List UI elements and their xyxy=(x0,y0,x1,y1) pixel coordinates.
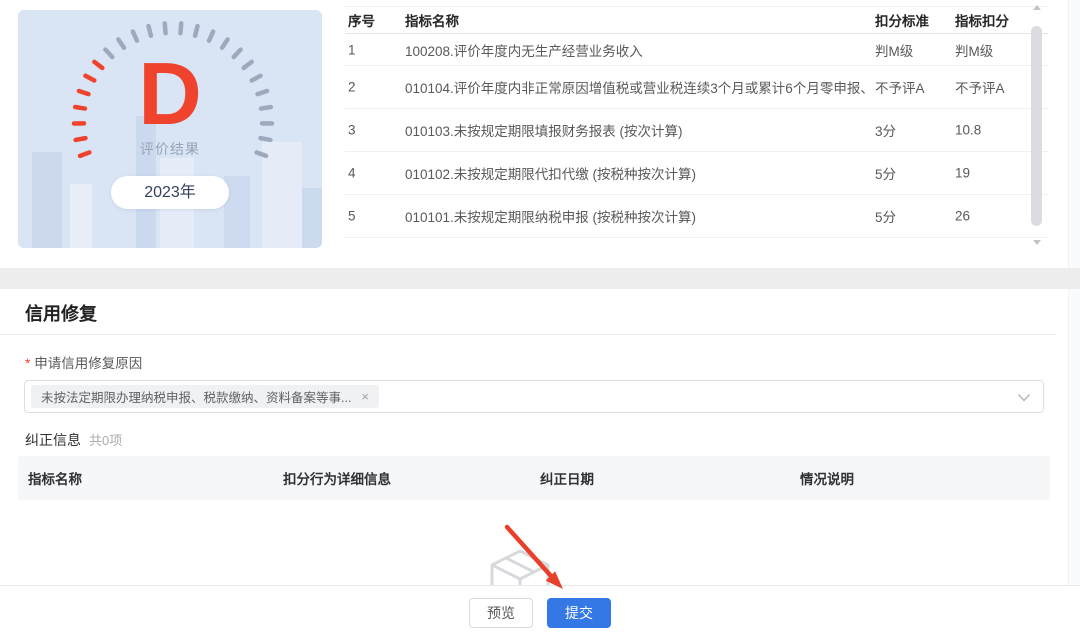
row-indicator-name: 010102.未按规定期限代扣代缴 (按税种按次计算) xyxy=(405,163,868,183)
row-deduction: 不予评A xyxy=(955,77,1005,97)
required-asterisk: * xyxy=(25,356,30,371)
row-standard: 5分 xyxy=(875,206,896,226)
row-deduction: 10.8 xyxy=(955,123,981,138)
col-header-no: 序号 xyxy=(348,10,375,30)
correction-col-date: 纠正日期 xyxy=(540,468,594,488)
correction-info-row: 纠正信息共0项 xyxy=(25,430,122,450)
correction-col-detail: 扣分行为详细信息 xyxy=(283,468,391,488)
row-no: 2 xyxy=(348,80,356,95)
correction-info-label: 纠正信息 xyxy=(25,432,81,448)
row-deduction: 判M级 xyxy=(955,40,993,60)
grade-caption: 评价结果 xyxy=(18,139,322,159)
score-table: 序号 指标名称 扣分标准 指标扣分 1 100208.评价年度内无生产经营业务收… xyxy=(345,6,1048,238)
grade-stack: D 评价结果 xyxy=(18,50,322,159)
section-divider xyxy=(0,334,1056,335)
correction-table-header: 指标名称 扣分行为详细信息 纠正日期 情况说明 xyxy=(18,456,1050,500)
reason-label: * 申请信用修复原因 xyxy=(25,352,142,372)
row-no: 1 xyxy=(348,42,356,57)
year-badge: 2023年 xyxy=(111,176,229,209)
col-header-standard: 扣分标准 xyxy=(875,10,929,30)
row-standard: 判M级 xyxy=(875,40,913,60)
col-header-deduction: 指标扣分 xyxy=(955,10,1009,30)
row-indicator-name: 010103.未按规定期限填报财务报表 (按次计算) xyxy=(405,120,868,140)
row-no: 4 xyxy=(348,166,356,181)
score-table-body: 1 100208.评价年度内无生产经营业务收入 判M级 判M级 2 010104… xyxy=(345,34,1048,238)
row-no: 5 xyxy=(348,209,356,224)
scrollbar-down-icon[interactable] xyxy=(1033,240,1041,245)
scrollbar-up-icon[interactable] xyxy=(1033,5,1041,10)
row-deduction: 26 xyxy=(955,209,970,224)
reason-tag: 未按法定期限办理纳税申报、税款缴纳、资料备案等事... × xyxy=(31,385,379,408)
reason-select[interactable]: 未按法定期限办理纳税申报、税款缴纳、资料备案等事... × xyxy=(24,380,1044,413)
correction-col-name: 指标名称 xyxy=(28,468,82,488)
submit-button[interactable]: 提交 xyxy=(547,598,611,628)
chevron-down-icon xyxy=(1018,394,1030,402)
tag-close-icon[interactable]: × xyxy=(361,390,369,403)
row-standard: 5分 xyxy=(875,163,896,183)
row-standard: 不予评A xyxy=(875,77,925,97)
credit-repair-page: { "colors": { "accent_red": "#f0432e", "… xyxy=(0,0,1080,642)
repair-section-title: 信用修复 xyxy=(25,300,97,326)
row-no: 3 xyxy=(348,123,356,138)
correction-count: 共0项 xyxy=(89,433,122,448)
page-right-gutter xyxy=(1068,0,1080,642)
table-row: 2 010104.评价年度内非正常原因增值税或营业税连续3个月或累计6个月零申报… xyxy=(345,66,1048,109)
section-separator-band xyxy=(0,268,1080,289)
table-row: 1 100208.评价年度内无生产经营业务收入 判M级 判M级 xyxy=(345,34,1048,66)
grade-letter: D xyxy=(18,50,322,138)
evaluation-result-card: D 评价结果 2023年 xyxy=(18,10,322,248)
row-indicator-name: 010104.评价年度内非正常原因增值税或营业税连续3个月或累计6个月零申报、.… xyxy=(405,77,868,97)
row-deduction: 19 xyxy=(955,166,970,181)
scrollbar-thumb[interactable] xyxy=(1031,26,1042,226)
col-header-name: 指标名称 xyxy=(405,10,868,30)
table-row: 4 010102.未按规定期限代扣代缴 (按税种按次计算) 5分 19 xyxy=(345,152,1048,195)
row-indicator-name: 100208.评价年度内无生产经营业务收入 xyxy=(405,40,868,60)
row-indicator-name: 010101.未按规定期限纳税申报 (按税种按次计算) xyxy=(405,206,868,226)
table-scrollbar[interactable] xyxy=(1030,2,1044,248)
score-table-header: 序号 指标名称 扣分标准 指标扣分 xyxy=(345,7,1048,34)
table-row: 3 010103.未按规定期限填报财务报表 (按次计算) 3分 10.8 xyxy=(345,109,1048,152)
table-row: 5 010101.未按规定期限纳税申报 (按税种按次计算) 5分 26 xyxy=(345,195,1048,238)
row-standard: 3分 xyxy=(875,120,896,140)
reason-label-text: 申请信用修复原因 xyxy=(34,356,142,371)
preview-button[interactable]: 预览 xyxy=(469,598,533,628)
reason-tag-text: 未按法定期限办理纳税申报、税款缴纳、资料备案等事... xyxy=(41,387,351,406)
correction-col-note: 情况说明 xyxy=(800,468,854,488)
footer-action-bar: 预览 提交 xyxy=(0,585,1080,642)
